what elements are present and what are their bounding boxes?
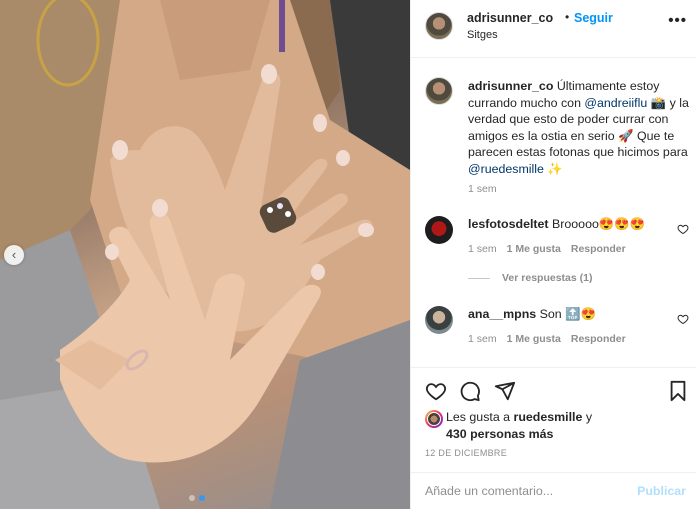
likes-summary: Les gusta a ruedesmille y 430 personas má… (446, 409, 686, 442)
caption-part: ✨ (543, 161, 563, 176)
header-separator: • (565, 10, 570, 24)
more-options-icon[interactable]: ••• (668, 12, 687, 29)
comment-text: ana__mpns Son 🔝😍 (468, 307, 596, 322)
heart-icon[interactable] (425, 380, 447, 402)
follow-button[interactable]: Seguir (574, 11, 613, 25)
post-photo[interactable]: ‹ (0, 0, 410, 509)
comment-avatar[interactable] (425, 306, 453, 334)
likes-prefix: Les gusta a (446, 410, 514, 424)
publish-button[interactable]: Publicar (637, 484, 686, 498)
heart-icon[interactable] (677, 223, 689, 235)
comment-likes[interactable]: 1 Me gusta (507, 333, 561, 345)
share-icon[interactable] (494, 380, 516, 402)
comment-text: lesfotosdeltet Brooooo😍😍😍 (468, 217, 645, 232)
comment-meta: 1 sem 1 Me gusta Responder (468, 333, 626, 345)
caption-text: adrisunner_co Últimamente estoy currando… (468, 78, 690, 177)
view-replies-button[interactable]: Ver respuestas (1) (468, 272, 592, 284)
chevron-left-icon: ‹ (11, 247, 17, 262)
caption-time[interactable]: 1 sem (468, 183, 497, 195)
comment-icon[interactable] (459, 380, 481, 402)
author-username[interactable]: adrisunner_co (467, 11, 553, 25)
photo-illustration (0, 0, 410, 509)
post-date[interactable]: 12 DE DICIEMBRE (425, 448, 507, 458)
carousel-dot (189, 495, 195, 501)
post-sidebar: adrisunner_co • Seguir Sitges ••• adrisu… (410, 0, 696, 509)
caption-avatar[interactable] (425, 77, 453, 105)
comment-time[interactable]: 1 sem (468, 243, 497, 255)
comment-avatar[interactable] (425, 216, 453, 244)
comment-time[interactable]: 1 sem (468, 333, 497, 345)
comments-list[interactable]: adrisunner_co Últimamente estoy currando… (411, 59, 696, 367)
comment-username[interactable]: lesfotosdeltet (468, 217, 549, 231)
add-comment-bar: Añade un comentario... Publicar (411, 472, 696, 509)
bookmark-icon[interactable] (667, 380, 689, 402)
post-header: adrisunner_co • Seguir Sitges ••• (411, 0, 696, 58)
liker-username[interactable]: ruedesmille (514, 410, 583, 424)
comment-body: Brooooo😍😍😍 (548, 217, 646, 231)
likes-connector: y (582, 410, 593, 424)
carousel-dot-active (199, 495, 205, 501)
reply-button[interactable]: Responder (571, 333, 626, 345)
likes-others-button[interactable]: 430 personas más (446, 427, 553, 441)
caption-username[interactable]: adrisunner_co (468, 79, 553, 93)
author-avatar[interactable] (425, 12, 453, 40)
post-location[interactable]: Sitges (467, 29, 498, 41)
mention-link[interactable]: @ruedesmille (468, 162, 544, 176)
comment-likes[interactable]: 1 Me gusta (507, 243, 561, 255)
comment-input[interactable]: Añade un comentario... (425, 484, 553, 498)
comment-body: Son 🔝😍 (536, 307, 596, 321)
mention-link[interactable]: @andreiiflu (584, 96, 647, 110)
comment-meta: 1 sem 1 Me gusta Responder (468, 243, 626, 255)
carousel-prev-button[interactable]: ‹ (4, 245, 24, 265)
reply-button[interactable]: Responder (571, 243, 626, 255)
comment-username[interactable]: ana__mpns (468, 307, 536, 321)
post-actions: Les gusta a ruedesmille y 430 personas má… (411, 367, 696, 479)
carousel-indicator (189, 495, 205, 501)
liker-avatar[interactable] (425, 410, 443, 428)
heart-icon[interactable] (677, 313, 689, 325)
